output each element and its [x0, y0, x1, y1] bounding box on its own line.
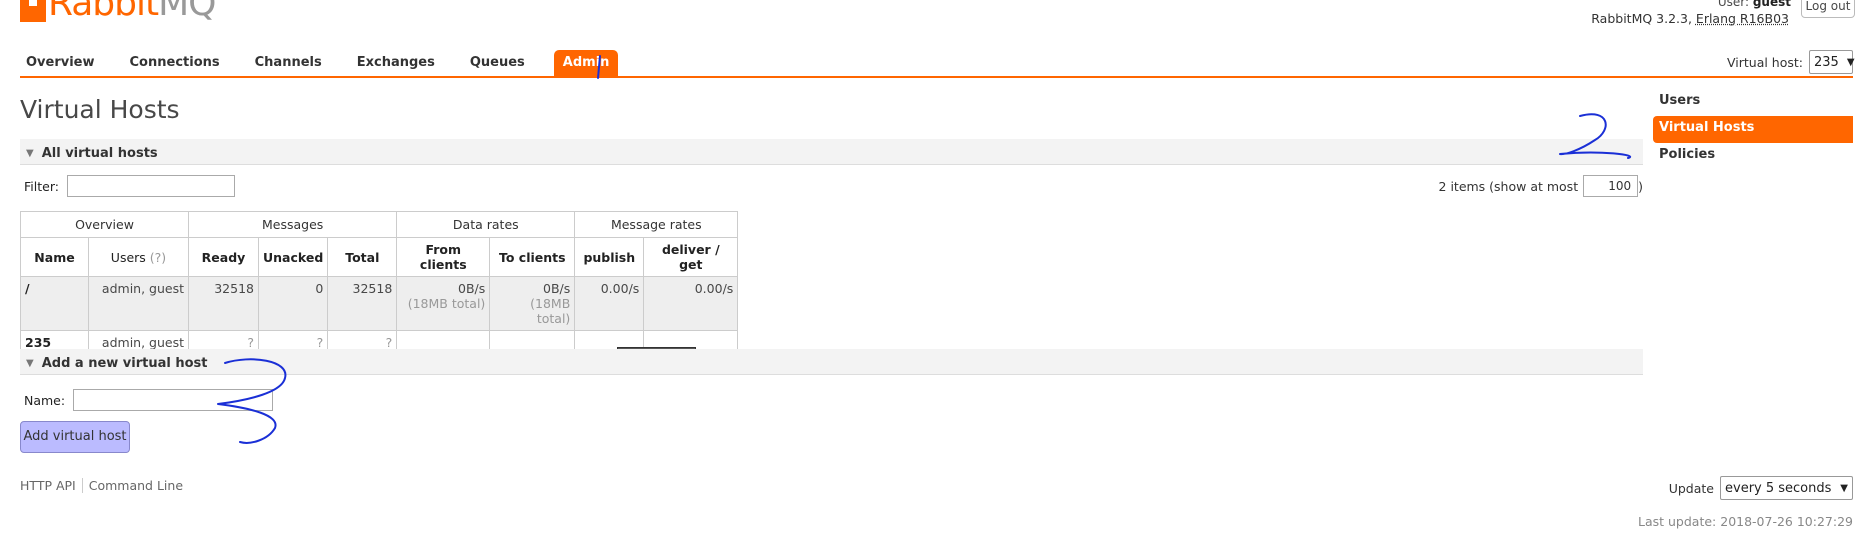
update-interval-select[interactable]: every 5 seconds ▼ — [1720, 476, 1853, 500]
sidenav-item-users[interactable]: Users — [1653, 89, 1853, 116]
virtual-host-select[interactable]: 235 ▼ — [1809, 50, 1855, 74]
virtual-hosts-table: Overview Messages Data rates Message rat… — [20, 211, 739, 357]
table-cell: 0B/s (18MB total) — [396, 276, 491, 331]
column-header[interactable]: Total — [327, 237, 398, 277]
tab-queues[interactable]: Queues — [464, 50, 531, 77]
name-label: Name: — [24, 392, 66, 408]
column-header[interactable]: Ready — [188, 237, 259, 277]
section-heading: All virtual hosts — [41, 146, 158, 161]
table-cell: 0.00/s — [574, 276, 645, 331]
table-cell: admin, guest — [88, 276, 189, 331]
main-nav: Overview Connections Channels Exchanges … — [20, 50, 641, 77]
filter-label: Filter: — [24, 178, 59, 194]
section-heading: Add a new virtual host — [41, 356, 208, 371]
table-cell: 0.00/s — [643, 276, 739, 331]
sidenav-item-virtual-hosts[interactable]: Virtual Hosts — [1653, 116, 1853, 143]
column-header[interactable]: Name — [20, 237, 89, 277]
add-virtual-host-section-toggle[interactable]: ▼ Add a new virtual host — [20, 349, 1643, 375]
column-header[interactable]: To clients — [489, 237, 576, 277]
page-title: Virtual Hosts — [20, 95, 180, 124]
update-interval: Update every 5 seconds ▼ — [1669, 476, 1853, 500]
add-virtual-host-button[interactable]: Add virtual host — [20, 421, 130, 453]
version-info: RabbitMQ 3.2.3, Erlang R16B03 — [1591, 11, 1789, 26]
item-count-row: 2 items (show at most 100 ) — [1439, 175, 1643, 197]
dropdown-arrow-icon: ▼ — [1840, 482, 1848, 494]
last-update-timestamp: Last update: 2018-07-26 10:27:29 — [1638, 514, 1853, 529]
footer-links: HTTP API Command Line — [20, 478, 189, 493]
group-header: Overview — [20, 211, 189, 238]
show-at-most-input[interactable]: 100 — [1583, 175, 1639, 197]
tab-connections[interactable]: Connections — [124, 50, 226, 77]
column-header[interactable]: From clients — [396, 237, 491, 277]
update-label: Update — [1668, 480, 1714, 496]
tab-exchanges[interactable]: Exchanges — [351, 50, 441, 77]
tab-channels[interactable]: Channels — [249, 50, 328, 77]
rabbit-logo-icon — [20, 0, 46, 22]
group-header: Data rates — [396, 211, 576, 238]
admin-sidenav: Users Virtual Hosts Policies — [1653, 89, 1853, 170]
logout-button[interactable]: Log out — [1801, 0, 1855, 18]
virtual-host-label: Virtual host: — [1726, 54, 1803, 70]
login-username: guest — [1752, 0, 1791, 9]
item-count-text: 2 items (show at most — [1438, 178, 1579, 194]
group-header: Messages — [187, 211, 398, 238]
tab-overview[interactable]: Overview — [20, 50, 101, 77]
table-cell: 0 — [257, 276, 329, 331]
group-header: Message rates — [574, 211, 739, 238]
vhost-name-link[interactable]: / — [20, 276, 89, 331]
vhost-name-input[interactable] — [73, 389, 274, 411]
column-header[interactable]: deliver / get — [643, 237, 739, 277]
tab-admin[interactable]: Admin — [553, 50, 619, 77]
column-header[interactable]: Unacked — [257, 237, 329, 277]
collapse-triangle-icon: ▼ — [26, 358, 34, 369]
filter-input[interactable] — [66, 175, 235, 197]
nav-divider — [20, 76, 1853, 78]
column-header[interactable]: publish — [574, 237, 645, 277]
http-api-link[interactable]: HTTP API — [20, 478, 82, 493]
erlang-version: Erlang R16B03 — [1695, 11, 1789, 26]
virtual-host-selector: Virtual host: 235 ▼ — [1726, 50, 1855, 74]
command-line-link[interactable]: Command Line — [81, 478, 189, 493]
collapse-triangle-icon: ▼ — [26, 148, 34, 159]
name-row: Name: — [24, 389, 274, 411]
table-cell: 32518 — [188, 276, 259, 331]
dropdown-arrow-icon: ▼ — [1846, 56, 1855, 68]
table-cell: 32518 — [327, 276, 398, 331]
rabbitmq-logo: RabbitMQ — [20, 0, 217, 22]
table-row: / admin, guest 32518 0 32518 0B/s (18MB t… — [20, 276, 739, 331]
all-virtual-hosts-section-toggle[interactable]: ▼ All virtual hosts — [20, 139, 1643, 165]
table-cell: 0B/s (18MB total) — [489, 276, 576, 331]
sidenav-item-policies[interactable]: Policies — [1653, 143, 1853, 170]
help-tooltip[interactable]: (?) — [150, 250, 166, 265]
login-info: User: guest — [1718, 0, 1791, 9]
column-header[interactable]: Users (?) — [88, 237, 189, 277]
filter-row: Filter: — [24, 175, 235, 197]
